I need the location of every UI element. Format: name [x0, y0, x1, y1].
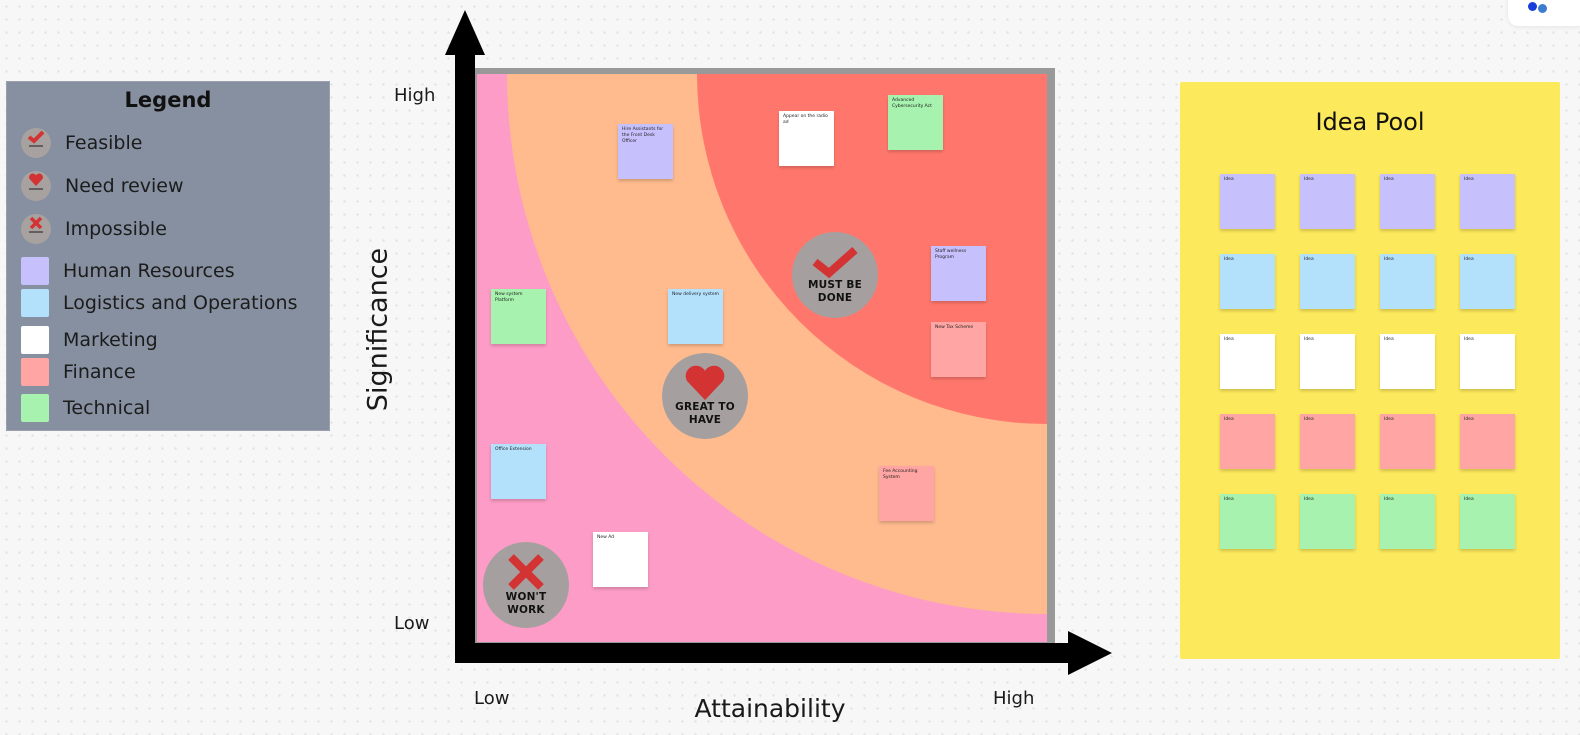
- legend-item-human-resources: Human Resources: [21, 257, 235, 285]
- color-swatch: [21, 394, 49, 422]
- legend-item-need-review: Need review: [21, 171, 184, 201]
- legend-title: Legend: [124, 88, 212, 112]
- sticky-note[interactable]: Idea: [1380, 174, 1435, 229]
- sticky-note[interactable]: New Tax Scheme: [931, 322, 986, 377]
- sticky-note[interactable]: Staff wellness Program: [931, 246, 986, 301]
- sticky-note[interactable]: Hire Assistants for the Front Desk Offic…: [618, 124, 673, 179]
- sticky-note[interactable]: Appear on the radio ad: [779, 111, 834, 166]
- x-axis-title: Attainability: [694, 694, 846, 723]
- sticky-note[interactable]: Idea: [1220, 334, 1275, 389]
- logo-icon: [1538, 4, 1547, 13]
- check-icon: [812, 247, 858, 279]
- sticky-note[interactable]: Idea: [1460, 414, 1515, 469]
- y-axis-high-label: High: [394, 85, 436, 106]
- badge-must-be-done: MUST BE DONE: [792, 232, 878, 318]
- badge-line: WON'T: [505, 591, 547, 603]
- legend-label: Technical: [63, 397, 151, 419]
- sticky-note[interactable]: Idea: [1380, 334, 1435, 389]
- sticky-note[interactable]: Idea: [1220, 174, 1275, 229]
- legend-label: Marketing: [63, 329, 158, 351]
- legend-item-feasible: Feasible: [21, 128, 142, 158]
- legend-label: Need review: [65, 175, 184, 197]
- badge-line: HAVE: [688, 414, 722, 426]
- sticky-note[interactable]: Idea: [1300, 254, 1355, 309]
- idea-pool-title: Idea Pool: [1315, 108, 1425, 136]
- legend-item-finance: Finance: [21, 358, 136, 386]
- sticky-note[interactable]: Idea: [1460, 494, 1515, 549]
- sticky-note[interactable]: New delivery system: [668, 289, 723, 344]
- sticky-note[interactable]: Idea: [1300, 174, 1355, 229]
- arrow-right-icon: [1068, 631, 1112, 675]
- y-axis-title: Significance: [362, 247, 394, 412]
- color-swatch: [21, 326, 49, 354]
- legend-item-logistics: Logistics and Operations: [21, 289, 297, 317]
- matrix-area: Hire Assistants for the Front Desk Offic…: [477, 74, 1047, 642]
- arrow-up-icon: [445, 10, 485, 55]
- app-widget-button[interactable]: [1508, 0, 1580, 26]
- color-swatch: [21, 257, 49, 285]
- sticky-note[interactable]: Idea: [1380, 414, 1435, 469]
- sticky-note[interactable]: New Ad: [593, 532, 648, 587]
- x-icon: [21, 214, 51, 244]
- legend-label: Human Resources: [63, 260, 235, 282]
- legend-label: Feasible: [65, 132, 143, 154]
- x-axis-low-label: Low: [474, 688, 510, 709]
- sticky-note[interactable]: Idea: [1220, 494, 1275, 549]
- sticky-note[interactable]: Advanced Cybersecurity Act: [888, 95, 943, 150]
- badge-great-to-have: GREAT TO HAVE: [662, 353, 748, 439]
- color-swatch: [21, 289, 49, 317]
- sticky-note[interactable]: Fee Accounting System: [879, 466, 934, 521]
- sticky-note[interactable]: Idea: [1380, 494, 1435, 549]
- badge-line: DONE: [817, 292, 853, 304]
- sticky-note[interactable]: Idea: [1300, 414, 1355, 469]
- sticky-note[interactable]: Idea: [1220, 254, 1275, 309]
- sticky-note[interactable]: Idea: [1460, 334, 1515, 389]
- sticky-note[interactable]: Idea: [1300, 494, 1355, 549]
- badge-line: WORK: [507, 604, 545, 616]
- legend-panel: Legend Feasible Need review Impossible H…: [6, 81, 330, 431]
- legend-label: Logistics and Operations: [63, 292, 298, 314]
- logo-icon: [1528, 2, 1537, 11]
- badge-line: MUST BE: [808, 279, 862, 291]
- sticky-note[interactable]: Office Extension: [491, 444, 546, 499]
- sticky-note[interactable]: Idea: [1460, 254, 1515, 309]
- badge-line: GREAT TO: [675, 401, 735, 413]
- sticky-note[interactable]: Idea: [1220, 414, 1275, 469]
- heart-icon: [21, 171, 51, 201]
- idea-pool-grid: Idea Idea Idea Idea Idea Idea Idea Idea …: [1220, 174, 1515, 549]
- y-axis-line: [455, 50, 475, 662]
- sticky-note[interactable]: Idea: [1300, 334, 1355, 389]
- color-swatch: [21, 358, 49, 386]
- x-axis-line: [455, 643, 1075, 663]
- legend-label: Finance: [63, 361, 136, 383]
- idea-pool-panel: Idea Pool Idea Idea Idea Idea Idea Idea …: [1180, 82, 1560, 659]
- sticky-note[interactable]: Idea: [1460, 174, 1515, 229]
- priority-matrix: Hire Assistants for the Front Desk Offic…: [475, 68, 1055, 644]
- legend-item-impossible: Impossible: [21, 214, 167, 244]
- y-axis-low-label: Low: [394, 613, 430, 634]
- legend-item-marketing: Marketing: [21, 326, 158, 354]
- sticky-note[interactable]: New system Platform: [491, 289, 546, 344]
- sticky-note[interactable]: Idea: [1380, 254, 1435, 309]
- check-icon: [21, 128, 51, 158]
- x-axis-high-label: High: [993, 688, 1035, 709]
- heart-icon: [685, 365, 725, 400]
- legend-label: Impossible: [65, 218, 167, 240]
- legend-item-technical: Technical: [21, 394, 150, 422]
- badge-wont-work: WON'T WORK: [483, 542, 569, 628]
- x-icon: [508, 554, 544, 590]
